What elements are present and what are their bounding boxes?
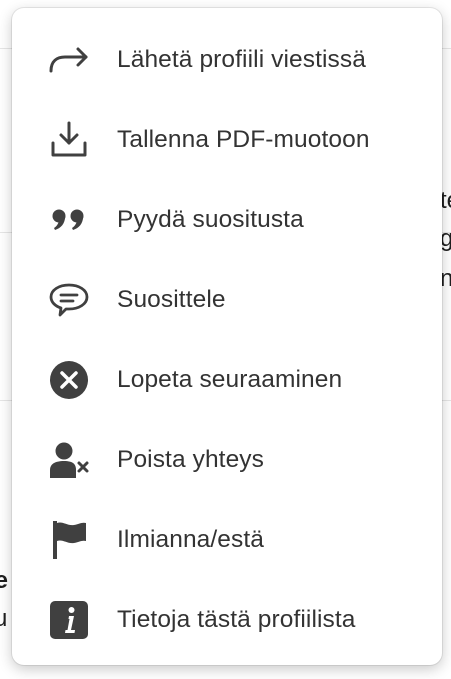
menu-item-label: Pyydä suositusta <box>117 206 304 233</box>
menu-item-label: Poista yhteys <box>117 446 265 473</box>
menu-item-label: Lopeta seuraaminen <box>117 366 343 393</box>
unfollow-item[interactable]: Lopeta seuraaminen <box>12 340 442 420</box>
send-profile-in-message-item[interactable]: Lähetä profiili viestissä <box>12 20 442 100</box>
download-icon <box>46 117 92 163</box>
menu-item-label: Tietoja tästä profiilista <box>117 606 356 633</box>
save-to-pdf-item[interactable]: Tallenna PDF-muotoon <box>12 100 442 180</box>
request-recommendation-item[interactable]: Pyydä suositusta <box>12 180 442 260</box>
remove-person-icon <box>46 437 92 483</box>
menu-item-label: Ilmianna/estä <box>117 526 265 553</box>
quote-icon <box>46 197 92 243</box>
share-arrow-icon <box>46 37 92 83</box>
speech-bubble-icon <box>46 277 92 323</box>
menu-item-label: Lähetä profiili viestissä <box>117 46 366 73</box>
menu-item-label: Suosittele <box>117 286 226 313</box>
info-icon <box>46 597 92 643</box>
background-text-fragment: u <box>0 605 8 632</box>
remove-connection-item[interactable]: Poista yhteys <box>12 420 442 500</box>
report-block-item[interactable]: Ilmianna/estä <box>12 500 442 580</box>
recommend-item[interactable]: Suosittele <box>12 260 442 340</box>
about-profile-item[interactable]: Tietoja tästä profiilista <box>12 580 442 660</box>
flag-icon <box>46 517 92 563</box>
menu-item-label: Tallenna PDF-muotoon <box>117 126 370 153</box>
background-text-fragment: ie <box>0 567 9 594</box>
close-circle-icon <box>46 357 92 403</box>
profile-more-menu: Lähetä profiili viestissä Tallenna PDF-m… <box>12 8 442 665</box>
